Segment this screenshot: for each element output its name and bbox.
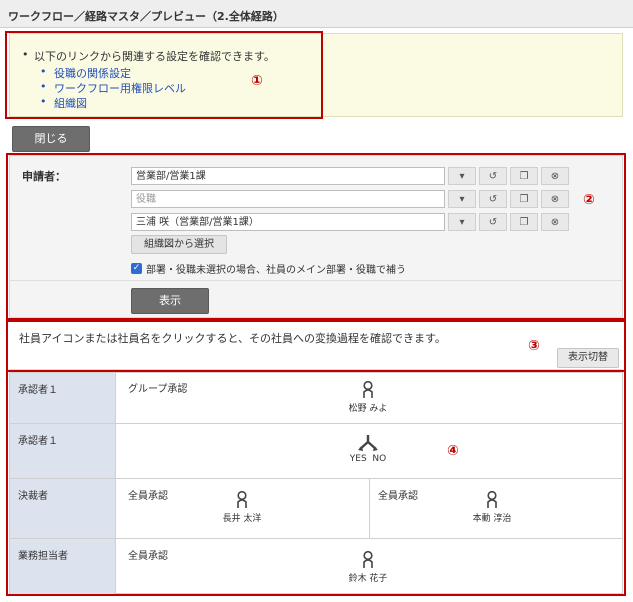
callout-box-1 bbox=[5, 31, 323, 119]
close-button[interactable]: 閉じる bbox=[12, 126, 90, 152]
callout-box-4 bbox=[6, 370, 626, 596]
callout-3: ③ bbox=[528, 338, 540, 354]
callout-4: ④ bbox=[447, 443, 459, 459]
callout-1: ① bbox=[251, 73, 263, 89]
page-title: ワークフロー／経路マスタ／プレビュー（2.全体経路） bbox=[0, 0, 633, 28]
callout-2: ② bbox=[583, 192, 595, 208]
callout-box-2 bbox=[6, 153, 626, 320]
